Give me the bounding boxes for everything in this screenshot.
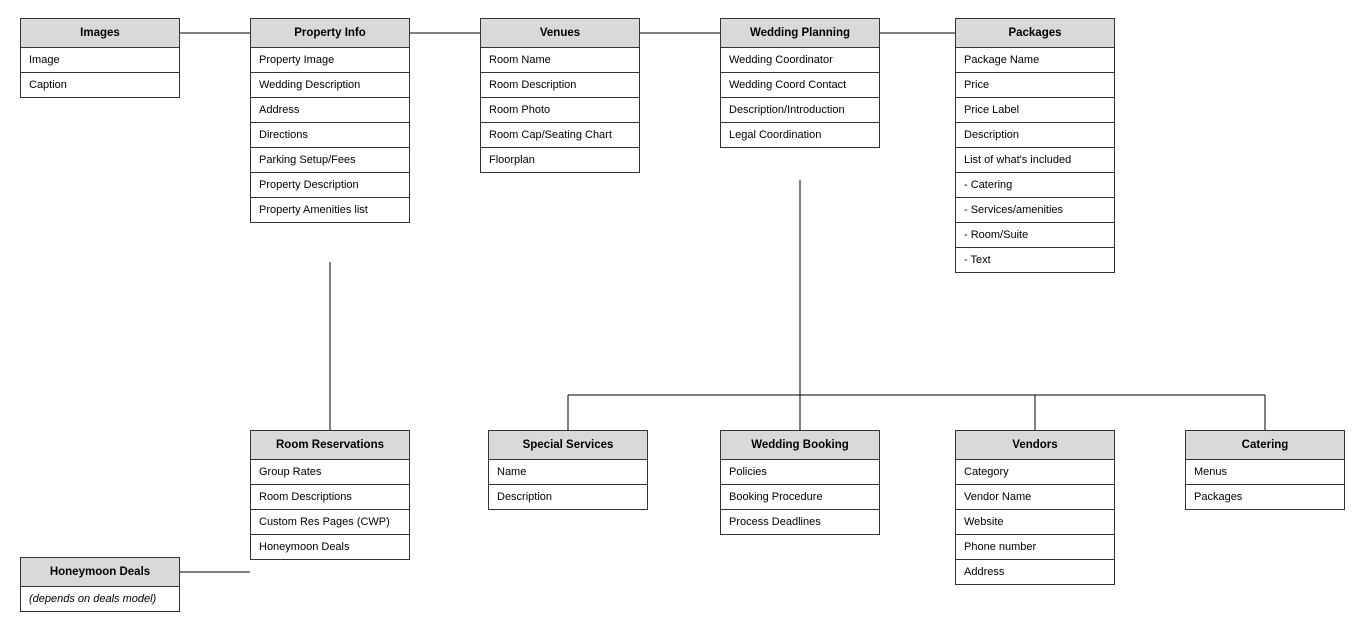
entity-row: Policies [721,460,879,485]
entity-row: - Room/Suite [956,223,1114,248]
entity-row: Room Descriptions [251,485,409,510]
entity-wedding-planning-header: Wedding Planning [721,19,879,48]
entity-row: Description [489,485,647,509]
entity-row: Caption [21,73,179,97]
entity-row: Wedding Description [251,73,409,98]
entity-catering: Catering Menus Packages [1185,430,1345,510]
entity-row: Floorplan [481,148,639,172]
entity-row: Room Photo [481,98,639,123]
entity-row: Custom Res Pages (CWP) [251,510,409,535]
entity-row: Room Description [481,73,639,98]
entity-wedding-planning: Wedding Planning Wedding Coordinator Wed… [720,18,880,148]
entity-row: Process Deadlines [721,510,879,534]
entity-special-services-header: Special Services [489,431,647,460]
entity-wedding-booking: Wedding Booking Policies Booking Procedu… [720,430,880,535]
entity-row: Name [489,460,647,485]
entity-row: Group Rates [251,460,409,485]
entity-wedding-booking-header: Wedding Booking [721,431,879,460]
entity-row: Image [21,48,179,73]
entity-row: Booking Procedure [721,485,879,510]
entity-row: Property Description [251,173,409,198]
entity-row: - Text [956,248,1114,272]
entity-catering-header: Catering [1186,431,1344,460]
entity-packages: Packages Package Name Price Price Label … [955,18,1115,273]
entity-row: Menus [1186,460,1344,485]
entity-images-header: Images [21,19,179,48]
entity-row: Wedding Coord Contact [721,73,879,98]
entity-row: Category [956,460,1114,485]
entity-images: Images Image Caption [20,18,180,98]
entity-honeymoon-deals: Honeymoon Deals (depends on deals model) [20,557,180,612]
entity-row: List of what's included [956,148,1114,173]
entity-row: Legal Coordination [721,123,879,147]
entity-row: Price Label [956,98,1114,123]
entity-row: Vendor Name [956,485,1114,510]
entity-property-info-header: Property Info [251,19,409,48]
entity-honeymoon-deals-note: (depends on deals model) [21,587,179,611]
entity-property-info: Property Info Property Image Wedding Des… [250,18,410,223]
entity-row: Phone number [956,535,1114,560]
entity-row: Room Cap/Seating Chart [481,123,639,148]
entity-vendors-header: Vendors [956,431,1114,460]
entity-row: Parking Setup/Fees [251,148,409,173]
entity-row: Wedding Coordinator [721,48,879,73]
entity-special-services: Special Services Name Description [488,430,648,510]
entity-row: Package Name [956,48,1114,73]
entity-honeymoon-deals-header: Honeymoon Deals [21,558,179,587]
entity-row: - Catering [956,173,1114,198]
entity-venues: Venues Room Name Room Description Room P… [480,18,640,173]
entity-vendors: Vendors Category Vendor Name Website Pho… [955,430,1115,585]
connector-lines [0,0,1368,624]
entity-room-reservations: Room Reservations Group Rates Room Descr… [250,430,410,560]
entity-room-reservations-header: Room Reservations [251,431,409,460]
entity-packages-header: Packages [956,19,1114,48]
entity-row: Description [956,123,1114,148]
entity-row: Website [956,510,1114,535]
entity-row: - Services/amenities [956,198,1114,223]
entity-row: Address [251,98,409,123]
entity-row: Property Image [251,48,409,73]
entity-row: Property Amenities list [251,198,409,222]
entity-row: Packages [1186,485,1344,509]
entity-row: Description/Introduction [721,98,879,123]
entity-row: Directions [251,123,409,148]
entity-row: Address [956,560,1114,584]
entity-row: Honeymoon Deals [251,535,409,559]
entity-row: Room Name [481,48,639,73]
entity-row: Price [956,73,1114,98]
entity-venues-header: Venues [481,19,639,48]
